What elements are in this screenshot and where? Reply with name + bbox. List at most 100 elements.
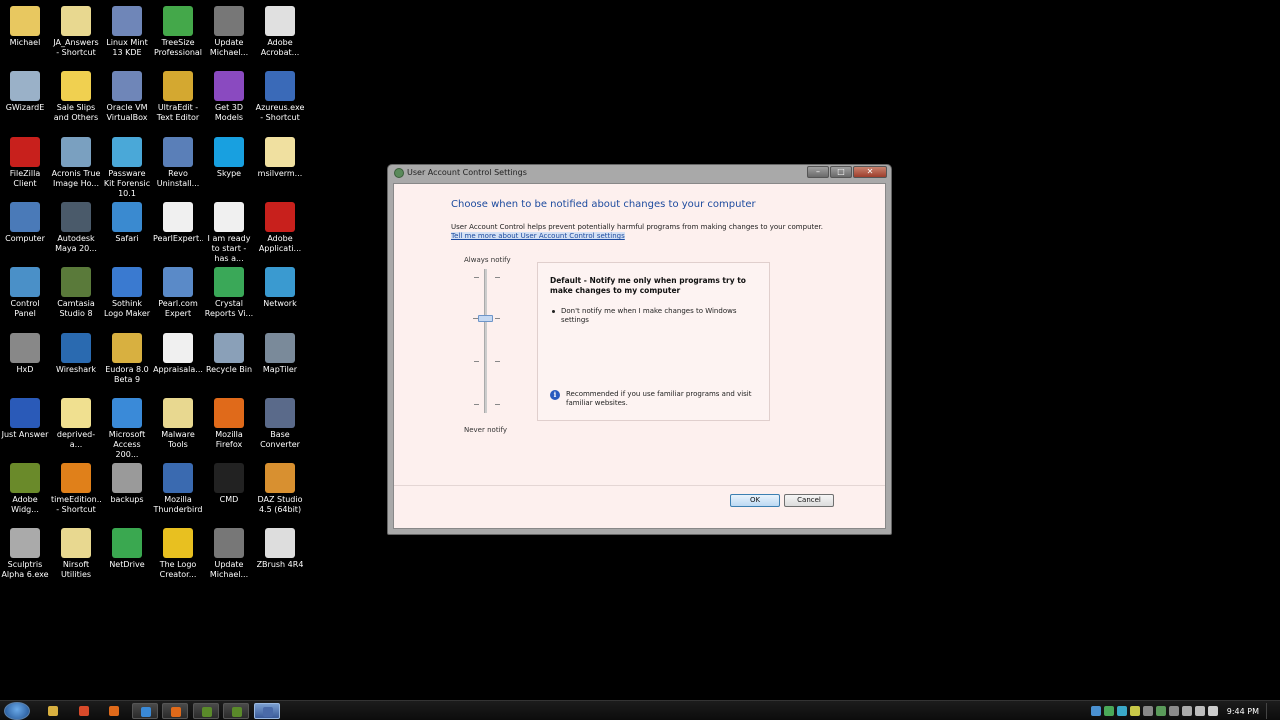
desktop-shortcut[interactable]: MapTiler bbox=[255, 332, 305, 375]
volume-icon[interactable] bbox=[1207, 706, 1218, 716]
tray-app-icon[interactable] bbox=[1181, 706, 1192, 716]
desktop-shortcut[interactable]: NetDrive bbox=[102, 528, 152, 570]
desktop-shortcut[interactable]: Mozilla Thunderbird bbox=[153, 463, 203, 515]
desktop-shortcut[interactable]: Sale Slips and Others bbox=[51, 71, 101, 123]
desktop-shortcut[interactable]: Michael bbox=[0, 6, 50, 48]
slider-thumb[interactable] bbox=[478, 315, 493, 322]
taskbar-button[interactable] bbox=[253, 703, 280, 719]
start-button[interactable] bbox=[4, 702, 30, 720]
maximize-button[interactable]: □ bbox=[830, 166, 852, 178]
notification-level-slider[interactable] bbox=[484, 269, 487, 413]
taskbar-button[interactable] bbox=[71, 703, 97, 719]
tray-app-icon[interactable] bbox=[1090, 706, 1101, 716]
tray-app-icon[interactable] bbox=[1129, 706, 1140, 716]
taskbar-button[interactable] bbox=[131, 703, 158, 719]
desktop-shortcut-label: Get 3D Models bbox=[214, 103, 244, 123]
tray-app-icon[interactable] bbox=[1155, 706, 1166, 716]
desktop-shortcut[interactable]: Wireshark bbox=[51, 332, 101, 375]
desktop-shortcut-label: Nirsoft Utilities bbox=[60, 560, 92, 580]
system-tray: 9:44 PM bbox=[1090, 703, 1276, 719]
learn-more-link[interactable]: Tell me more about User Account Control … bbox=[451, 232, 625, 240]
desktop-shortcut[interactable]: msilverm... bbox=[255, 136, 305, 179]
tray-app-icon[interactable] bbox=[1168, 706, 1179, 716]
cancel-button[interactable]: Cancel bbox=[784, 494, 834, 507]
firefox-icon bbox=[214, 397, 244, 428]
show-desktop-button[interactable] bbox=[1266, 703, 1276, 719]
title-bar[interactable]: User Account Control Settings – □ ✕ bbox=[388, 165, 891, 182]
computer-icon bbox=[10, 201, 40, 232]
taskbar-button[interactable] bbox=[101, 703, 127, 719]
desktop-shortcut[interactable]: Just Answer bbox=[0, 397, 50, 440]
desktop-shortcut[interactable]: Recycle Bin bbox=[204, 332, 254, 375]
desktop-shortcut[interactable]: ZBrush 4R4 bbox=[255, 528, 305, 570]
desktop-shortcut[interactable]: JA_Answers - Shortcut bbox=[51, 6, 101, 58]
desktop-shortcut[interactable]: Azureus.exe - Shortcut bbox=[255, 71, 305, 123]
desktop-shortcut[interactable]: backups bbox=[102, 463, 152, 505]
desktop-shortcut[interactable]: Mozilla Firefox bbox=[204, 397, 254, 450]
desktop-shortcut[interactable]: Autodesk Maya 20... bbox=[51, 201, 101, 254]
desktop-shortcut[interactable]: HxD bbox=[0, 332, 50, 375]
desktop-shortcut[interactable]: Control Panel bbox=[0, 267, 50, 319]
desktop-shortcut[interactable]: Sothink Logo Maker bbox=[102, 267, 152, 319]
tray-app-icon[interactable] bbox=[1116, 706, 1127, 716]
desktop-shortcut[interactable]: Network bbox=[255, 267, 305, 309]
desktop-shortcut[interactable]: The Logo Creator... bbox=[153, 528, 203, 580]
desktop-shortcut[interactable]: Microsoft Access 200... bbox=[102, 397, 152, 460]
taskbar-button[interactable] bbox=[40, 703, 66, 719]
desktop-shortcut[interactable]: Acronis True Image Ho... bbox=[51, 136, 101, 189]
desktop-shortcut[interactable]: Passware Kit Forensic 10.1 bbox=[102, 136, 152, 199]
taskbar-button[interactable] bbox=[223, 703, 249, 719]
desktop-shortcut[interactable]: Adobe Acrobat... bbox=[255, 6, 305, 58]
firefox-icon bbox=[171, 707, 181, 717]
desktop-shortcut[interactable]: Computer bbox=[0, 201, 50, 244]
slider-top-label: Always notify bbox=[464, 256, 511, 264]
minimize-button[interactable]: – bbox=[807, 166, 829, 178]
desktop-shortcut[interactable]: timeEdition... - Shortcut bbox=[51, 463, 101, 515]
desktop-shortcut[interactable]: Adobe Applicati... bbox=[255, 201, 305, 254]
desktop-shortcut[interactable]: deprived-a... bbox=[51, 397, 101, 450]
desktop-shortcut[interactable]: Malware Tools bbox=[153, 397, 203, 450]
desktop-shortcut[interactable]: CMD bbox=[204, 463, 254, 505]
desktop-shortcut[interactable]: UltraEdit - Text Editor bbox=[153, 71, 203, 123]
desktop-shortcut-label: Adobe Applicati... bbox=[258, 233, 302, 253]
close-button[interactable]: ✕ bbox=[853, 166, 887, 178]
desktop-shortcut[interactable]: Base Converter bbox=[255, 397, 305, 450]
desktop-shortcut[interactable]: Revo Uninstall... bbox=[153, 136, 203, 189]
desktop-shortcut[interactable]: Oracle VM VirtualBox bbox=[102, 71, 152, 123]
desktop-shortcut[interactable]: DAZ Studio 4.5 (64bit) bbox=[255, 463, 305, 515]
desktop-shortcut[interactable]: Adobe Widg... bbox=[0, 463, 50, 515]
desktop-shortcut[interactable]: Eudora 8.0 Beta 9 bbox=[102, 332, 152, 385]
slider-bottom-label: Never notify bbox=[464, 426, 507, 434]
desktop-shortcut[interactable]: Pearl.com Expert bbox=[153, 267, 203, 319]
desktop-shortcut[interactable]: Safari bbox=[102, 201, 152, 244]
desktop-shortcut[interactable]: GWizardE bbox=[0, 71, 50, 113]
desktop-shortcut[interactable]: Appraisala... bbox=[153, 332, 203, 375]
desktop-shortcut[interactable]: FileZilla Client bbox=[0, 136, 50, 189]
ok-button[interactable]: OK bbox=[730, 494, 780, 507]
desktop-shortcut[interactable]: Camtasia Studio 8 bbox=[51, 267, 101, 319]
thunderbird-icon bbox=[163, 463, 193, 494]
desktop-shortcut[interactable]: Linux Mint 13 KDE bbox=[102, 6, 152, 58]
desktop-shortcut[interactable]: PearlExpert... bbox=[153, 201, 203, 244]
desktop-shortcut[interactable]: Crystal Reports Vi... bbox=[204, 267, 254, 319]
desktop-shortcut[interactable]: Sculptris Alpha 6.exe bbox=[0, 528, 50, 580]
document-icon bbox=[163, 201, 193, 232]
desktop-shortcut[interactable]: Update Michael... bbox=[204, 6, 254, 58]
desktop-shortcut[interactable]: Get 3D Models bbox=[204, 71, 254, 123]
desktop-shortcut[interactable]: I am ready to start - has a... bbox=[204, 201, 254, 264]
clock[interactable]: 9:44 PM bbox=[1227, 707, 1259, 716]
netdrive-icon bbox=[112, 528, 142, 559]
folder-icon bbox=[61, 528, 91, 559]
taskbar-button[interactable] bbox=[192, 703, 219, 719]
desktop-shortcut[interactable]: Nirsoft Utilities bbox=[51, 528, 101, 580]
flag-icon[interactable] bbox=[1194, 706, 1205, 716]
tray-app-icon[interactable] bbox=[1103, 706, 1114, 716]
desktop-shortcut[interactable]: Update Michael... bbox=[204, 528, 254, 580]
network-icon bbox=[265, 267, 295, 298]
filezilla-icon bbox=[10, 136, 40, 167]
tray-app-icon[interactable] bbox=[1142, 706, 1153, 716]
desktop-shortcut[interactable]: TreeSize Professional bbox=[153, 6, 203, 58]
desktop-shortcut[interactable]: Skype bbox=[204, 136, 254, 179]
recommendation-note: i Recommended if you use familiar progra… bbox=[550, 390, 766, 408]
taskbar-button[interactable] bbox=[162, 703, 188, 719]
